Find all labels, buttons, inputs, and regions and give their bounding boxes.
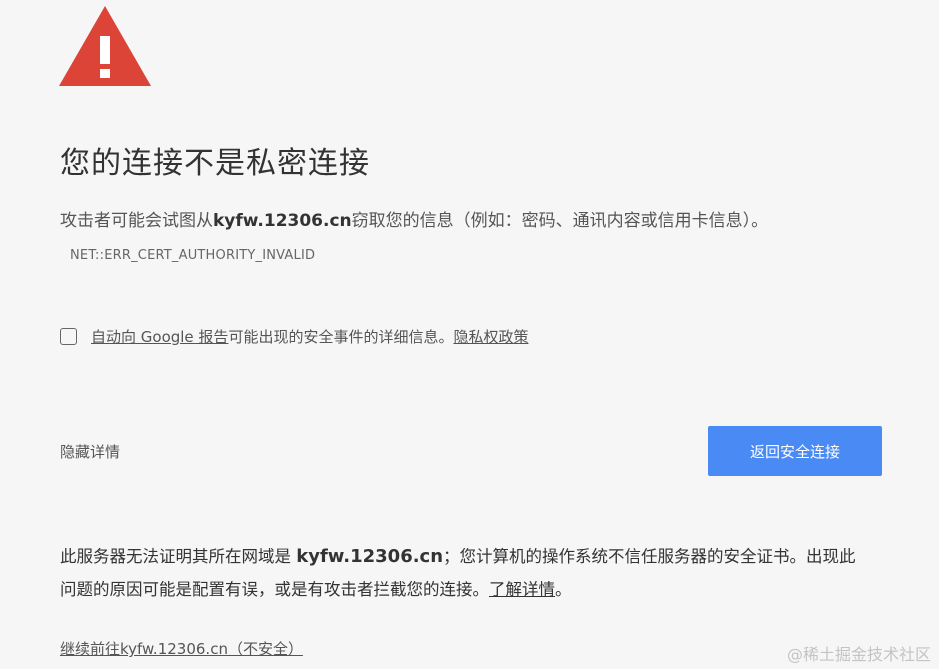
report-google-link[interactable]: 自动向 Google 报告 [91,326,228,347]
warning-triangle-icon [59,6,151,86]
details-prefix: 此服务器无法证明其所在网域是 [60,547,297,566]
message-prefix: 攻击者可能会试图从 [60,211,213,231]
learn-more-link[interactable]: 了解详情 [489,580,555,599]
page-title: 您的连接不是私密连接 [60,146,370,181]
message-domain: kyfw.12306.cn [213,211,352,231]
details-text: 此服务器无法证明其所在网域是 kyfw.12306.cn；您计算机的操作系统不信… [60,540,860,606]
back-to-safety-button[interactable]: 返回安全连接 [708,426,882,476]
proceed-unsafe-link[interactable]: 继续前往kyfw.12306.cn（不安全） [60,638,303,659]
report-text: 可能出现的安全事件的详细信息。 [228,328,454,346]
message-suffix: 窃取您的信息（例如：密码、通讯内容或信用卡信息）。 [351,211,769,231]
watermark: @稀土掘金技术社区 [786,645,931,664]
report-checkbox[interactable] [60,328,77,345]
error-code: NET::ERR_CERT_AUTHORITY_INVALID [70,248,316,263]
error-message: 攻击者可能会试图从kyfw.12306.cn窃取您的信息（例如：密码、通讯内容或… [60,205,850,272]
hide-details-button[interactable]: 隐藏详情 [60,441,120,462]
details-domain: kyfw.12306.cn [296,546,444,567]
report-row: 自动向 Google 报告 可能出现的安全事件的详细信息。 隐私权政策 [60,326,528,347]
privacy-policy-link[interactable]: 隐私权政策 [453,326,528,347]
details-end: 。 [555,580,572,599]
